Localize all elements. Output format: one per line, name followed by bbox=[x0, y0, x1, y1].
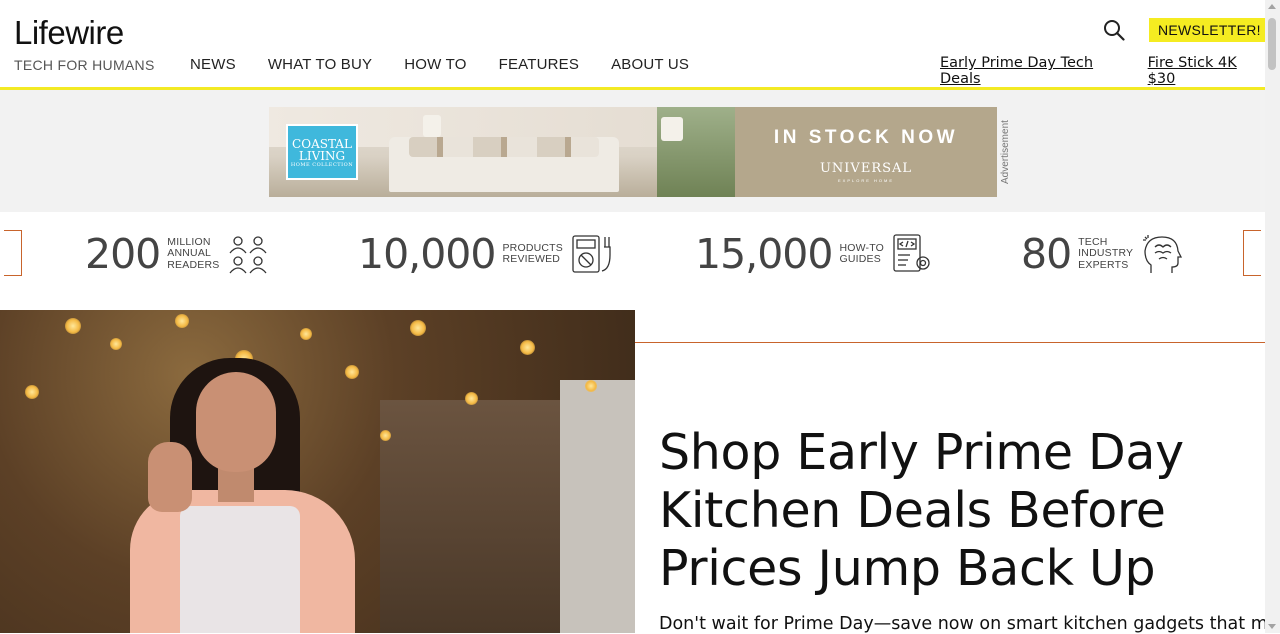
stat-value: 80 bbox=[1021, 230, 1072, 278]
stat-label: PRODUCTS REVIEWED bbox=[502, 241, 563, 265]
ad-brand-logo: COASTAL LIVING HOME COLLECTION bbox=[286, 124, 358, 180]
scroll-up-arrow-icon[interactable] bbox=[1268, 4, 1276, 9]
ad-cta-panel: IN STOCK NOW UNIVERSAL EXPLORE HOME bbox=[735, 107, 997, 197]
ad-band: COASTAL LIVING HOME COLLECTION IN STOCK … bbox=[0, 90, 1265, 212]
main-nav: NEWS WHAT TO BUY HOW TO FEATURES ABOUT U… bbox=[190, 56, 689, 73]
site-tagline: TECH FOR HUMANS bbox=[14, 57, 155, 73]
scrollbar-thumb[interactable] bbox=[1268, 18, 1276, 70]
headline-divider bbox=[635, 342, 1265, 343]
nav-about-us[interactable]: ABOUT US bbox=[611, 56, 689, 73]
scrollbar-track[interactable] bbox=[1265, 0, 1280, 633]
stats-bracket-right bbox=[1243, 230, 1261, 276]
stat-value: 15,000 bbox=[695, 230, 833, 278]
hero-image[interactable] bbox=[0, 310, 635, 633]
stat-readers: 200 MILLION ANNUAL READERS bbox=[85, 224, 269, 284]
newsletter-button[interactable]: NEWSLETTER! bbox=[1149, 18, 1270, 42]
stat-label: HOW-TO GUIDES bbox=[839, 241, 885, 265]
stat-guides: 15,000 HOW-TO GUIDES bbox=[695, 224, 934, 284]
site-logo[interactable]: Lifewire bbox=[14, 14, 124, 52]
search-icon[interactable] bbox=[1103, 19, 1125, 41]
nav-what-to-buy[interactable]: WHAT TO BUY bbox=[268, 56, 372, 73]
quick-links: Early Prime Day Tech Deals Fire Stick 4K… bbox=[940, 55, 1265, 87]
quick-link-fire-stick[interactable]: Fire Stick 4K $30 bbox=[1148, 55, 1265, 87]
brain-head-icon bbox=[1143, 235, 1183, 273]
ad-bedroom-image: COASTAL LIVING HOME COLLECTION bbox=[269, 107, 735, 197]
stat-value: 10,000 bbox=[358, 230, 496, 278]
stat-label: TECH INDUSTRY EXPERTS bbox=[1078, 235, 1134, 271]
code-guide-icon bbox=[893, 234, 930, 272]
quick-link-prime-day-deals[interactable]: Early Prime Day Tech Deals bbox=[940, 55, 1132, 87]
nav-news[interactable]: NEWS bbox=[190, 56, 236, 73]
stat-label: MILLION ANNUAL READERS bbox=[167, 235, 220, 271]
stat-experts: 80 TECH INDUSTRY EXPERTS bbox=[1021, 224, 1183, 284]
stats-bar: 200 MILLION ANNUAL READERS 10,000 PRODUC… bbox=[0, 212, 1265, 308]
stats-bracket-left bbox=[4, 230, 22, 276]
multimeter-icon bbox=[572, 235, 611, 273]
scroll-down-arrow-icon[interactable] bbox=[1268, 624, 1276, 629]
ad-maker-tagline: EXPLORE HOME bbox=[837, 178, 894, 183]
ad-maker: UNIVERSAL bbox=[819, 161, 913, 176]
nav-how-to[interactable]: HOW TO bbox=[404, 56, 466, 73]
advertisement-banner[interactable]: COASTAL LIVING HOME COLLECTION IN STOCK … bbox=[269, 107, 997, 197]
hero-dek: Don't wait for Prime Day—save now on sma… bbox=[659, 614, 1280, 634]
ad-label: Advertisement bbox=[1000, 120, 1011, 184]
nav-features[interactable]: FEATURES bbox=[499, 56, 580, 73]
hero-headline[interactable]: Shop Early Prime Day Kitchen Deals Befor… bbox=[659, 424, 1259, 598]
stat-products: 10,000 PRODUCTS REVIEWED bbox=[358, 224, 613, 284]
stat-value: 200 bbox=[85, 230, 161, 278]
ad-cta-text: IN STOCK NOW bbox=[773, 127, 959, 148]
readers-icon bbox=[229, 236, 267, 274]
site-header: Lifewire TECH FOR HUMANS NEWS WHAT TO BU… bbox=[0, 0, 1270, 90]
